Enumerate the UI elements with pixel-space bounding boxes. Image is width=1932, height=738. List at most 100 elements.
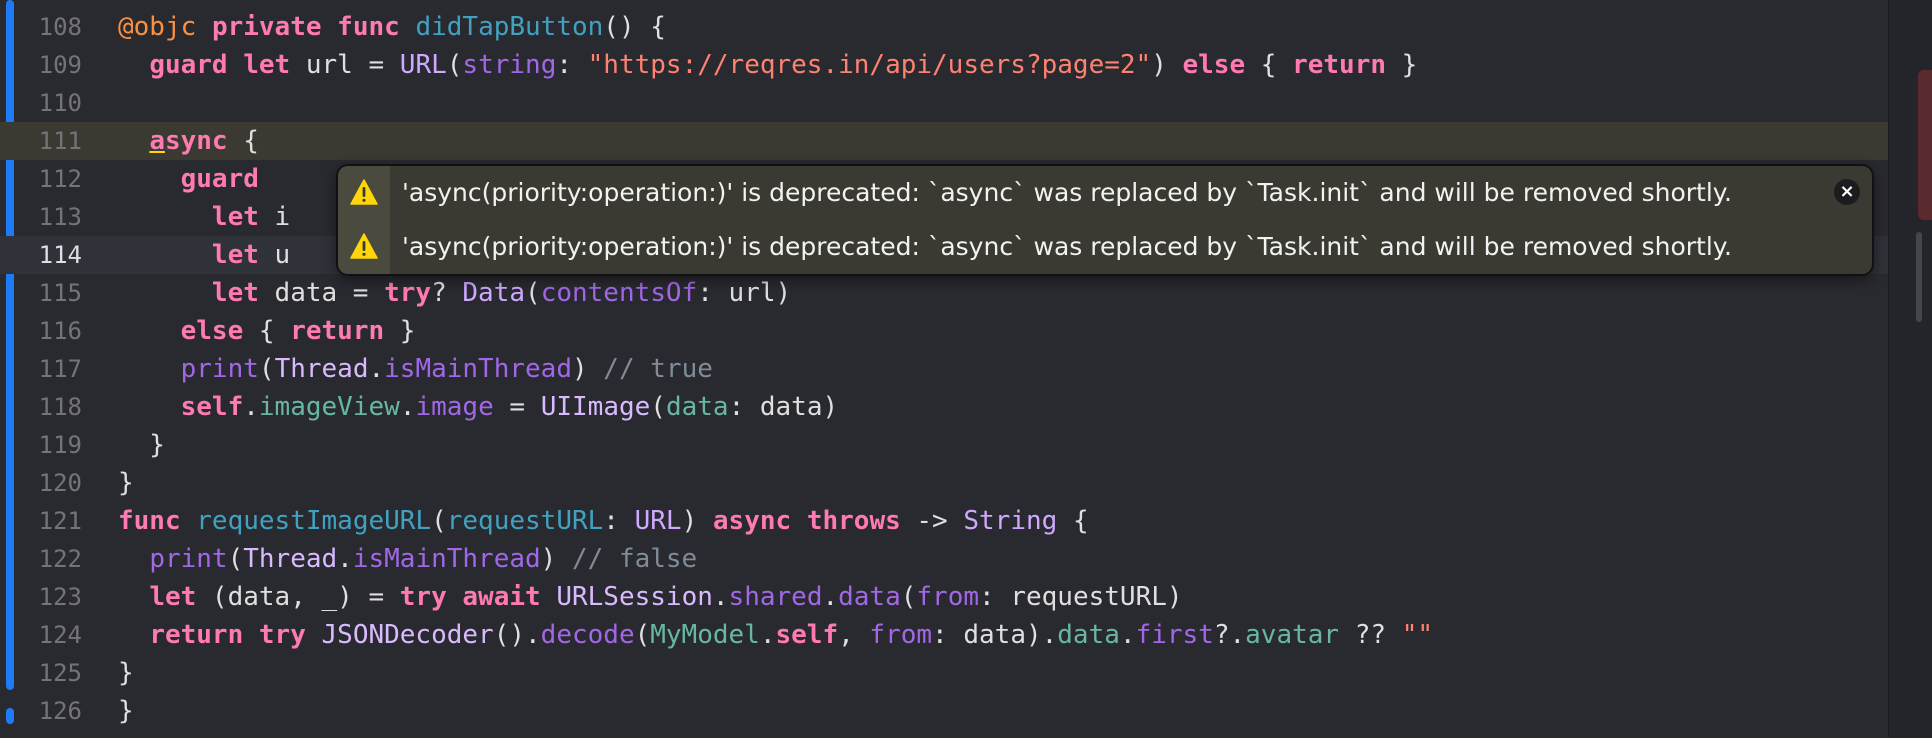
code-text[interactable]: func requestImageURL(requestURL: URL) as…	[118, 502, 1089, 540]
code-token: UIImage	[540, 392, 651, 422]
line-number[interactable]: 112	[0, 160, 82, 198]
line-number[interactable]: 122	[0, 540, 82, 578]
line-number[interactable]: 124	[0, 616, 82, 654]
code-text[interactable]: guard	[118, 160, 259, 198]
code-token: }	[118, 658, 134, 688]
issue-row[interactable]: 'async(priority:operation:)' is deprecat…	[338, 220, 1872, 274]
line-number[interactable]: 109	[0, 46, 82, 84]
issue-row[interactable]: 'async(priority:operation:)' is deprecat…	[338, 166, 1872, 220]
code-token: URLSession	[556, 582, 713, 612]
code-token: (	[227, 544, 244, 574]
code-token: let	[211, 278, 259, 308]
code-token: func	[118, 506, 181, 536]
code-token: self	[180, 392, 244, 422]
line-number[interactable]: 123	[0, 578, 82, 616]
code-token: (	[446, 50, 463, 80]
code-token: (	[431, 506, 447, 536]
code-line[interactable]: 108 @objc private func didTapButton() {	[0, 8, 1888, 46]
code-token: requestImageURL	[196, 506, 432, 536]
line-number[interactable]: 121	[0, 502, 82, 540]
code-line[interactable]: 120}	[0, 464, 1888, 502]
code-token: }	[118, 696, 134, 726]
code-token: func	[337, 12, 400, 42]
code-text[interactable]: let i	[118, 198, 290, 236]
line-number[interactable]: 120	[0, 464, 82, 502]
code-line[interactable]: 122 print(Thread.isMainThread) // false	[0, 540, 1888, 578]
line-number[interactable]: 115	[0, 274, 82, 312]
line-number[interactable]: 110	[0, 84, 82, 122]
code-token: MyModel	[650, 620, 760, 650]
code-line[interactable]: 121 func requestImageURL(requestURL: URL)…	[0, 502, 1888, 540]
line-number[interactable]: 108	[0, 8, 82, 46]
line-number[interactable]: 119	[0, 426, 82, 464]
code-token: isMainThread	[352, 544, 541, 574]
code-line[interactable]: 118 self.imageView.image = UIImage(data:…	[0, 388, 1888, 426]
code-line[interactable]: 119 }	[0, 426, 1888, 464]
code-line[interactable]: 126}	[0, 692, 1888, 730]
code-text[interactable]: async {	[118, 122, 259, 160]
line-number[interactable]: 125	[0, 654, 82, 692]
code-token: didTapButton	[415, 12, 604, 42]
issue-message: 'async(priority:operation:)' is deprecat…	[402, 232, 1732, 261]
code-text[interactable]: let u	[118, 236, 290, 274]
issue-icon-cell	[338, 166, 390, 220]
line-number[interactable]: 118	[0, 388, 82, 426]
code-token: return	[149, 620, 244, 650]
code-line[interactable]: 110	[0, 84, 1888, 122]
code-token: .	[822, 582, 839, 612]
line-number[interactable]: 126	[0, 692, 82, 730]
code-token: .	[368, 354, 385, 384]
code-line[interactable]: 111 async {	[0, 122, 1888, 160]
code-line[interactable]: 125}	[0, 654, 1888, 692]
code-text[interactable]: @objc private func didTapButton() {	[118, 8, 666, 46]
code-token: // true	[603, 354, 713, 384]
code-text[interactable]: print(Thread.isMainThread) // false	[118, 540, 697, 578]
code-token: Thread	[243, 544, 338, 574]
code-token: requestURL	[446, 506, 604, 536]
code-line[interactable]: 115 let data = try? Data(contentsOf: url…	[0, 274, 1888, 312]
warning-icon	[350, 179, 378, 205]
warning-icon	[350, 233, 378, 259]
line-number[interactable]: 111	[0, 122, 82, 160]
code-token: ,	[838, 620, 870, 650]
code-line[interactable]: 124 return try JSONDecoder().decode(MyMo…	[0, 616, 1888, 654]
line-number[interactable]: 113	[0, 198, 82, 236]
code-text[interactable]: guard let url = URL(string: "https://req…	[118, 46, 1417, 84]
code-text[interactable]: let data = try? Data(contentsOf: url)	[118, 274, 791, 312]
code-line[interactable]: 116 else { return }	[0, 312, 1888, 350]
code-token: }	[384, 316, 416, 346]
code-token: u	[258, 240, 291, 270]
close-issues-button[interactable]: ×	[1834, 179, 1860, 205]
code-text[interactable]: }	[118, 692, 134, 730]
code-token: imageView	[258, 392, 400, 422]
code-line[interactable]: 117 print(Thread.isMainThread) // true	[0, 350, 1888, 388]
code-line[interactable]: 123 let (data, _) = try await URLSession…	[0, 578, 1888, 616]
line-number[interactable]: 114	[0, 236, 82, 274]
code-text[interactable]: self.imageView.image = UIImage(data: dat…	[118, 388, 839, 426]
code-text[interactable]: else { return }	[118, 312, 416, 350]
code-text[interactable]: let (data, _) = try await URLSession.sha…	[118, 578, 1182, 616]
code-text[interactable]: }	[118, 426, 165, 464]
code-token: .	[399, 392, 416, 422]
code-token: throws	[806, 506, 901, 536]
code-token: url =	[290, 50, 400, 80]
line-number[interactable]: 117	[0, 350, 82, 388]
line-number[interactable]: 116	[0, 312, 82, 350]
code-text[interactable]: }	[118, 464, 134, 502]
code-line[interactable]: 109 guard let url = URL(string: "https:/…	[0, 46, 1888, 84]
code-token: }	[118, 468, 134, 498]
code-token: image	[415, 392, 494, 422]
code-text[interactable]: print(Thread.isMainThread) // true	[118, 350, 713, 388]
code-token: (data, _) =	[196, 582, 400, 612]
code-token: @objc	[118, 12, 197, 42]
code-text[interactable]: return try JSONDecoder().decode(MyModel.…	[118, 616, 1433, 654]
code-token: {	[1245, 50, 1293, 80]
code-text[interactable]: }	[118, 654, 134, 692]
code-token: .	[712, 582, 729, 612]
scrollbar-thumb[interactable]	[1916, 232, 1922, 322]
code-token: try	[399, 582, 447, 612]
code-editor[interactable]: 108 @objc private func didTapButton() {10…	[0, 0, 1932, 738]
